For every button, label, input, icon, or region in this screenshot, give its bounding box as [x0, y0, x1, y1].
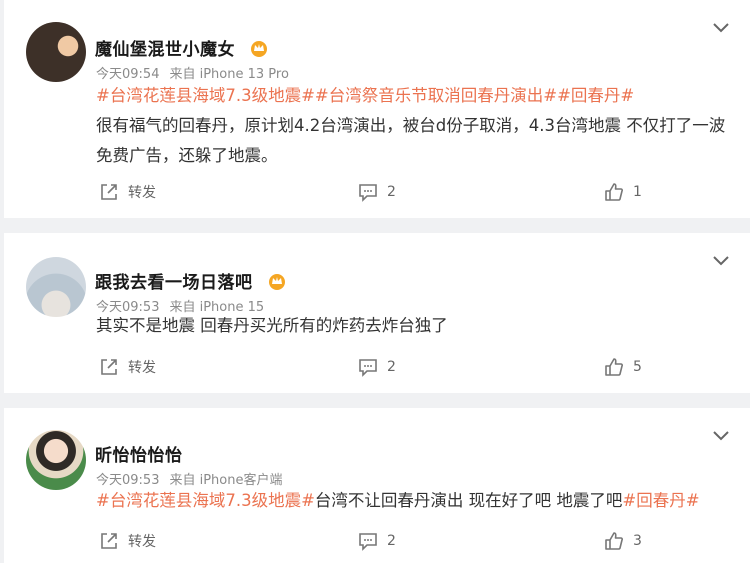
comment-actions: 转发 2 3	[0, 530, 750, 560]
comment-text: #台湾花莲县海域7.3级地震#台湾不让回春丹演出 现在好了吧 地震了吧#回春丹#	[96, 486, 730, 516]
share-icon	[101, 359, 117, 375]
comment-button[interactable]: 2	[357, 181, 396, 203]
like-icon	[605, 183, 623, 201]
like-count: 3	[633, 533, 642, 549]
like-button[interactable]: 3	[603, 530, 642, 552]
hashtag-topic-link[interactable]: #台湾祭音乐节取消回春丹演出#	[315, 86, 557, 105]
like-count: 5	[633, 359, 642, 375]
avatar[interactable]	[26, 257, 86, 317]
comment-meta: 今天09:54 来自 iPhone 13 Pro	[96, 63, 289, 82]
comment-count: 2	[387, 184, 396, 200]
chevron-down-icon[interactable]	[712, 22, 730, 34]
crown-badge-icon	[251, 41, 268, 57]
comment-actions: 转发 2 1	[0, 181, 750, 211]
repost-button[interactable]: 转发	[98, 181, 156, 203]
username-text[interactable]: 昕怡怡怡怡	[95, 446, 183, 466]
username[interactable]: 魔仙堡混世小魔女	[95, 35, 269, 60]
username-text[interactable]: 跟我去看一场日落吧	[95, 273, 253, 293]
share-icon	[101, 533, 117, 549]
comment-source: 来自 iPhone 13 Pro	[169, 67, 289, 82]
username-text[interactable]: 魔仙堡混世小魔女	[95, 40, 235, 60]
like-button[interactable]: 5	[603, 356, 642, 378]
comment-body-text: 其实不是地震 回春丹买光所有的炸药去炸台独了	[96, 316, 448, 335]
comment-button[interactable]: 2	[357, 356, 396, 378]
share-icon	[101, 184, 117, 200]
like-icon	[605, 532, 623, 550]
username[interactable]: 昕怡怡怡怡	[95, 441, 183, 466]
chevron-down-icon[interactable]	[712, 255, 730, 267]
comment-feed: 魔仙堡混世小魔女 今天09:54 来自 iPhone 13 Pro #台湾花莲县海…	[0, 0, 750, 563]
like-button[interactable]: 1	[603, 181, 642, 203]
comment-count: 2	[387, 533, 396, 549]
comment-icon	[359, 359, 377, 377]
username[interactable]: 跟我去看一场日落吧	[95, 268, 287, 293]
comment-icon	[359, 533, 377, 551]
comment-icon	[359, 184, 377, 202]
comment-button[interactable]: 2	[357, 530, 396, 552]
repost-label: 转发	[128, 185, 156, 201]
chevron-down-icon[interactable]	[712, 430, 730, 442]
repost-label: 转发	[128, 534, 156, 550]
hashtag-topic-link[interactable]: #台湾花莲县海域7.3级地震#	[96, 86, 315, 105]
repost-button[interactable]: 转发	[98, 530, 156, 552]
comment-actions: 转发 2 5	[0, 356, 750, 386]
hashtag-topic-link[interactable]: #台湾花莲县海域7.3级地震#	[96, 491, 315, 510]
comment-time: 今天09:54	[96, 67, 160, 82]
like-count: 1	[633, 184, 642, 200]
repost-label: 转发	[128, 360, 156, 376]
like-icon	[605, 358, 623, 376]
comment-body-text: 很有福气的回春丹，原计划4.2台湾演出，被台d份子取消，4.3台湾地震 不仅打了…	[96, 116, 726, 165]
repost-button[interactable]: 转发	[98, 356, 156, 378]
comment-text: 其实不是地震 回春丹买光所有的炸药去炸台独了	[96, 311, 730, 341]
comment-text: #台湾花莲县海域7.3级地震##台湾祭音乐节取消回春丹演出##回春丹# 很有福气的…	[96, 81, 730, 171]
hashtag-topic-link[interactable]: #回春丹#	[622, 491, 699, 510]
hashtag-topic-link[interactable]: #回春丹#	[557, 86, 634, 105]
comment-count: 2	[387, 359, 396, 375]
avatar[interactable]	[26, 22, 86, 82]
crown-badge-icon	[268, 274, 285, 290]
avatar[interactable]	[26, 430, 86, 490]
comment-body-text: 台湾不让回春丹演出 现在好了吧 地震了吧	[314, 491, 623, 510]
